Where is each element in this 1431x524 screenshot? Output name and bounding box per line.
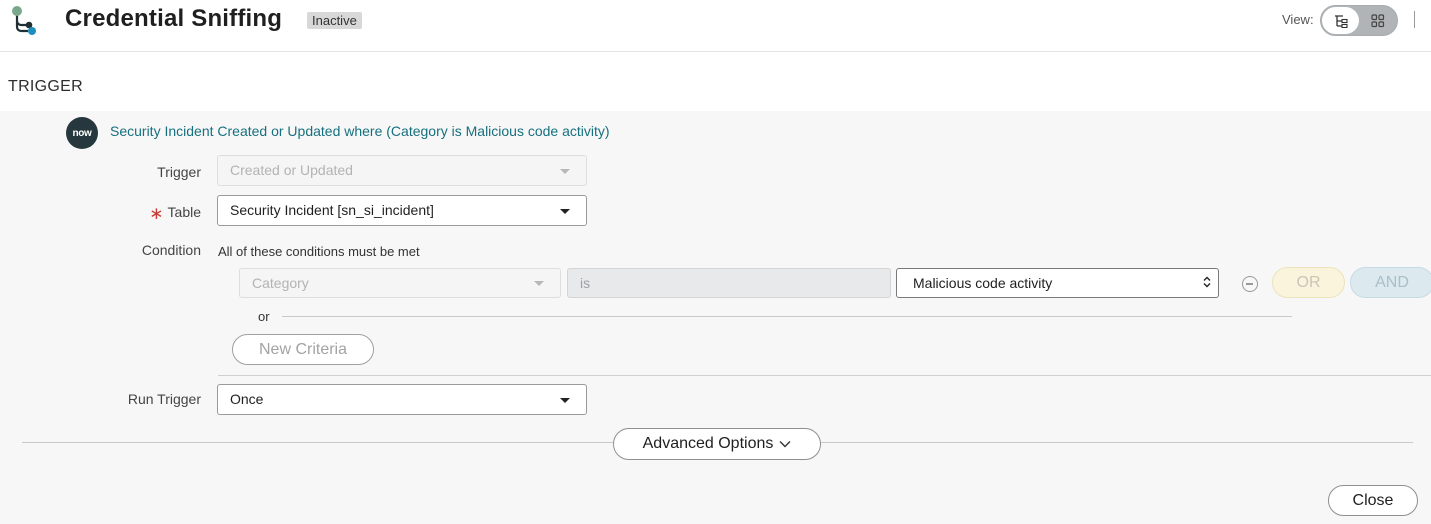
flow-logo-icon: [12, 6, 36, 35]
condition-operator-field: is: [567, 268, 891, 298]
advanced-options-label: Advanced Options: [642, 435, 774, 452]
trigger-select: Created or Updated: [217, 155, 587, 186]
condition-value-select[interactable]: Malicious code activity: [896, 268, 1219, 298]
condition-value-text: Malicious code activity: [913, 275, 1053, 291]
condition-divider: [218, 375, 1431, 376]
header-divider: [1414, 11, 1415, 28]
select-arrows-icon: [1203, 276, 1211, 288]
page-title: Credential Sniffing: [65, 5, 283, 32]
advanced-options-button[interactable]: Advanced Options: [613, 428, 821, 460]
trigger-select-value: Created or Updated: [230, 162, 353, 178]
tree-view-button[interactable]: [1322, 7, 1359, 34]
chevron-down-icon: [560, 209, 570, 214]
grid-view-icon: [1370, 13, 1384, 27]
required-marker: ∗: [149, 204, 164, 223]
new-criteria-button[interactable]: New Criteria: [232, 334, 374, 365]
remove-condition-icon[interactable]: [1242, 276, 1258, 292]
view-label: View:: [1282, 12, 1314, 27]
status-badge: Inactive: [307, 12, 362, 29]
view-toggle[interactable]: [1320, 5, 1398, 36]
trigger-summary-link[interactable]: Security Incident Created or Updated whe…: [110, 123, 610, 139]
table-label: ∗ Table: [81, 202, 201, 223]
run-trigger-select-value: Once: [230, 391, 264, 407]
chevron-down-icon: [534, 281, 544, 286]
or-separator-line: [282, 316, 1292, 317]
condition-caption: All of these conditions must be met: [218, 244, 420, 259]
chevron-down-icon: [560, 398, 570, 403]
run-trigger-label: Run Trigger: [127, 391, 201, 407]
trigger-panel: [0, 111, 1431, 524]
trigger-label: Trigger: [157, 164, 201, 180]
and-button[interactable]: AND: [1350, 267, 1431, 298]
condition-label: Condition: [141, 242, 201, 258]
condition-field-value: Category: [252, 275, 309, 291]
tree-view-icon: [1334, 14, 1348, 28]
condition-field-select: Category: [239, 268, 561, 298]
run-trigger-select[interactable]: Once: [217, 384, 587, 415]
close-button[interactable]: Close: [1328, 485, 1418, 516]
header-bar: Credential Sniffing Inactive View:: [0, 0, 1431, 52]
now-badge-icon: now: [66, 117, 98, 149]
chevron-down-icon: [560, 169, 570, 174]
table-label-text: Table: [167, 204, 201, 220]
table-select[interactable]: Security Incident [sn_si_incident]: [217, 195, 587, 226]
chevron-down-icon: [779, 441, 791, 448]
or-button[interactable]: OR: [1272, 267, 1345, 298]
section-title: TRIGGER: [8, 78, 83, 95]
or-separator-label: or: [258, 309, 270, 324]
condition-operator-value: is: [580, 275, 591, 291]
grid-view-button[interactable]: [1359, 7, 1396, 34]
table-select-value: Security Incident [sn_si_incident]: [230, 202, 434, 218]
